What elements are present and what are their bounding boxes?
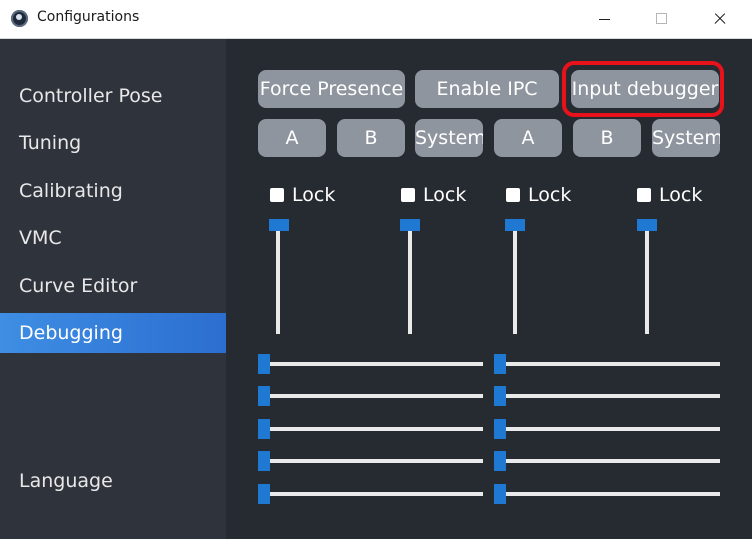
right-a-button[interactable]: A [494,119,562,157]
window-title: Configurations [37,9,140,25]
horizontal-slider-track-left-1[interactable] [262,362,483,366]
lock-label: Lock [528,184,572,206]
vertical-slider-handle-3[interactable] [505,219,525,231]
force-presence-button[interactable]: Force Presence [258,70,405,108]
sidebar-item-debugging[interactable]: Debugging [0,313,226,353]
horizontal-slider-handle-right-3[interactable] [494,419,506,439]
maximize-button[interactable] [633,0,691,38]
sidebar-item-calibrating[interactable]: Calibrating [0,171,226,211]
horizontal-slider-track-left-4[interactable] [262,459,483,463]
left-system-button[interactable]: System [415,119,483,157]
vertical-slider-track-1[interactable] [276,224,280,334]
input-debugger-highlight [562,61,724,117]
lock-label: Lock [423,184,467,206]
right-system-button[interactable]: System [652,119,720,157]
lock-checkbox[interactable] [401,188,415,202]
lock-label: Lock [292,184,336,206]
sidebar-item-curve-editor[interactable]: Curve Editor [0,266,226,306]
vertical-slider-handle-1[interactable] [269,219,289,231]
horizontal-slider-track-right-4[interactable] [499,459,720,463]
vertical-slider-handle-4[interactable] [637,219,657,231]
app-logo-icon [11,10,28,27]
left-a-button[interactable]: A [258,119,326,157]
horizontal-slider-handle-right-4[interactable] [494,451,506,471]
horizontal-slider-handle-right-2[interactable] [494,386,506,406]
horizontal-slider-handle-left-4[interactable] [258,451,270,471]
sidebar-item-vmc[interactable]: VMC [0,218,226,258]
horizontal-slider-track-left-3[interactable] [262,427,483,431]
lock-toggle-3[interactable]: Lock [506,184,571,206]
horizontal-slider-track-left-2[interactable] [262,394,483,398]
sidebar-item-tuning[interactable]: Tuning [0,123,226,163]
vertical-slider-handle-2[interactable] [400,219,420,231]
lock-checkbox[interactable] [637,188,651,202]
sidebar: Controller Pose Tuning Calibrating VMC C… [0,39,226,539]
horizontal-slider-handle-left-1[interactable] [258,354,270,374]
lock-toggle-4[interactable]: Lock [637,184,702,206]
horizontal-slider-track-right-2[interactable] [499,394,720,398]
lock-toggle-1[interactable]: Lock [270,184,335,206]
minimize-button[interactable] [575,0,633,38]
lock-toggle-2[interactable]: Lock [401,184,466,206]
vertical-slider-track-3[interactable] [513,224,517,334]
horizontal-slider-handle-left-3[interactable] [258,419,270,439]
vertical-slider-track-4[interactable] [645,224,649,334]
horizontal-slider-handle-right-1[interactable] [494,354,506,374]
lock-checkbox[interactable] [270,188,284,202]
lock-checkbox[interactable] [506,188,520,202]
left-b-button[interactable]: B [337,119,405,157]
horizontal-slider-handle-right-5[interactable] [494,484,506,504]
configurations-window: Configurations Controller Pose Tuning Ca… [0,0,752,539]
horizontal-slider-track-right-1[interactable] [499,362,720,366]
lock-label: Lock [659,184,703,206]
horizontal-slider-track-left-5[interactable] [262,492,483,496]
sidebar-item-language[interactable]: Language [0,461,226,501]
title-bar: Configurations [0,0,752,39]
horizontal-slider-track-right-3[interactable] [499,427,720,431]
right-b-button[interactable]: B [573,119,641,157]
sidebar-item-controller-pose[interactable]: Controller Pose [0,76,226,116]
enable-ipc-button[interactable]: Enable IPC [415,70,559,108]
horizontal-slider-track-right-5[interactable] [499,492,720,496]
vertical-slider-track-2[interactable] [408,224,412,334]
horizontal-slider-handle-left-2[interactable] [258,386,270,406]
close-button[interactable] [691,0,749,38]
horizontal-slider-handle-left-5[interactable] [258,484,270,504]
